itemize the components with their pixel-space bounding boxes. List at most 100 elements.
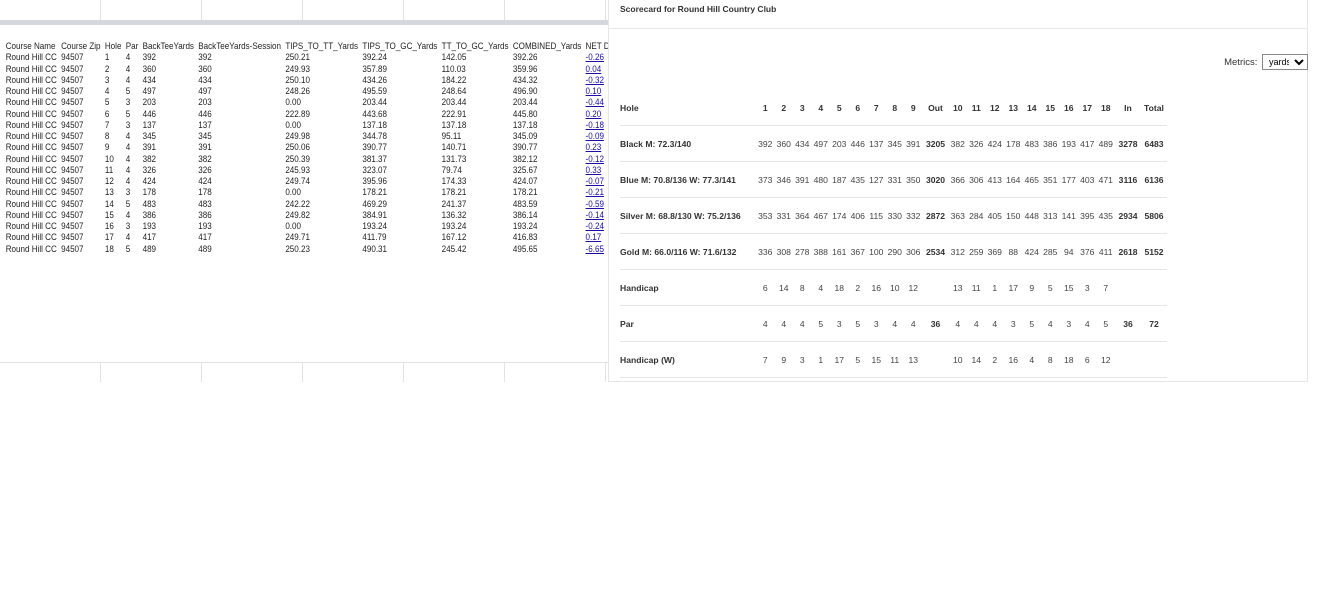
net-difference-link[interactable]: -0.07 xyxy=(586,175,604,186)
scorecard-in-total xyxy=(1115,269,1141,306)
table-cell: Round Hill CC xyxy=(5,163,57,175)
scorecard-cell: 10 xyxy=(948,341,967,378)
scorecard-cell: 4 xyxy=(1041,305,1060,342)
table-cell: 390.77 xyxy=(512,141,538,153)
scorecard-row: Black M: 72.3/140 392 360 434 497 203 446 137 34… xyxy=(620,125,1167,162)
scorecard-row: Par 4 4 4 5 3 5 3 4 4 36 4 4 4 3 5 4 3 4 5 36 72 xyxy=(620,305,1167,342)
scorecard-cell: 4 xyxy=(985,305,1004,342)
table-cell: 137 xyxy=(142,118,157,130)
net-difference-link[interactable]: -0.21 xyxy=(586,186,604,197)
scorecard-cell: 376 xyxy=(1078,233,1097,270)
table-cell: 3 xyxy=(125,96,131,108)
table-cell: 5 xyxy=(125,107,131,119)
net-difference-link[interactable]: -0.18 xyxy=(586,119,604,130)
table-cell: 250.21 xyxy=(285,51,310,63)
table-cell: 0.00 xyxy=(285,220,302,231)
net-difference-link[interactable]: -0.24 xyxy=(586,220,604,231)
table-row: Round Hill CC 94507 12 4 424 424 249.74 395.96 1… xyxy=(4,175,616,186)
scorecard-cell: 11 xyxy=(967,269,986,306)
scorecard-out-total: 2534 xyxy=(922,233,949,270)
table-cell: 193 xyxy=(142,220,157,231)
table-cell: 110.03 xyxy=(441,62,466,74)
scorecard-cell: 345 xyxy=(885,125,904,162)
scorecard-cell: 3 xyxy=(867,305,886,342)
column-header: Course Name xyxy=(5,40,56,51)
table-cell: 137.18 xyxy=(441,118,467,130)
table-cell: 140.71 xyxy=(441,141,467,153)
table-cell: 94507 xyxy=(61,186,84,198)
scorecard-cell: 12 xyxy=(904,269,923,306)
net-difference-link[interactable]: 0.10 xyxy=(586,85,602,96)
net-difference-link[interactable]: -0.14 xyxy=(586,209,604,220)
net-difference-link[interactable]: 0.17 xyxy=(586,231,602,242)
net-difference-link[interactable]: -0.59 xyxy=(586,198,604,209)
table-cell: 249.71 xyxy=(285,231,310,243)
table-row: Round Hill CC 94507 18 5 489 489 250.23 490.31 2… xyxy=(4,243,616,254)
net-difference-link[interactable]: -0.26 xyxy=(586,51,604,62)
scorecard-in-total: 2618 xyxy=(1115,233,1141,270)
net-difference-link[interactable]: -6.65 xyxy=(586,243,604,254)
table-cell: 490.31 xyxy=(362,242,388,254)
scorecard-cell: 15 xyxy=(867,341,886,378)
net-difference-link[interactable]: -0.09 xyxy=(586,130,604,141)
table-cell: 391 xyxy=(198,141,212,153)
net-difference-link[interactable]: 0.33 xyxy=(586,164,602,175)
scorecard-in-total: 3278 xyxy=(1115,125,1141,162)
net-difference-link[interactable]: -0.32 xyxy=(586,74,604,85)
scorecard-grand-total: 6483 xyxy=(1141,125,1167,162)
table-cell: 0.00 xyxy=(285,96,302,108)
scorecard-cell: 4 xyxy=(793,305,812,342)
scorecard-cell: 11 xyxy=(967,90,986,126)
table-cell: 434 xyxy=(198,73,212,85)
table-cell: 395.96 xyxy=(362,175,388,186)
table-cell: 443.68 xyxy=(362,107,388,119)
scorecard-cell: 2 xyxy=(774,90,793,126)
scorecard-cell: 3 xyxy=(793,341,812,378)
scorecard-cell: 100 xyxy=(867,233,886,270)
scorecard-cell: 5 xyxy=(1041,269,1060,306)
table-cell: 4 xyxy=(125,152,131,164)
table-row: Round Hill CC 94507 16 3 193 193 0.00 193.24 193… xyxy=(4,220,616,231)
table-cell: 411.79 xyxy=(362,231,387,243)
scorecard-cell: 446 xyxy=(848,125,867,162)
scorecard-cell: 1 xyxy=(756,90,775,126)
table-cell: 94507 xyxy=(61,220,84,231)
net-difference-link[interactable]: 0.04 xyxy=(586,63,602,74)
table-row: Round Hill CC 94507 13 3 178 178 0.00 178.21 178… xyxy=(4,186,616,197)
scorecard-cell: 16 xyxy=(1059,90,1078,126)
scorecard-cell: 489 xyxy=(1096,125,1115,162)
net-difference-link[interactable]: -0.12 xyxy=(586,153,604,164)
table-cell: 416.83 xyxy=(512,231,538,243)
scorecard-cell: 127 xyxy=(867,161,886,198)
scorecard-row: Silver M: 68.8/130 W: 75.2/136 353 331 364 4… xyxy=(620,197,1167,234)
scorecard-cell: 14 xyxy=(1022,90,1041,126)
scorecard-cell: 4 xyxy=(885,305,904,342)
table-cell: 359.96 xyxy=(512,62,538,74)
scorecard-cell: 391 xyxy=(793,161,812,198)
scorecard-cell: 2 xyxy=(985,341,1004,378)
table-cell: 483 xyxy=(198,197,212,209)
scorecard-cell: 366 xyxy=(948,161,967,198)
scorecard-cell: 137 xyxy=(867,125,886,162)
scorecard-cell: 413 xyxy=(985,161,1004,198)
table-cell: Round Hill CC xyxy=(5,118,57,130)
table-cell: 178 xyxy=(142,186,157,198)
scorecard-grand-total xyxy=(1141,269,1167,306)
table-cell: 497 xyxy=(142,85,157,96)
table-cell: 446 xyxy=(142,107,157,119)
table-cell: Round Hill CC xyxy=(5,141,57,153)
scorecard-cell: 306 xyxy=(967,161,986,198)
net-difference-link[interactable]: 0.23 xyxy=(586,141,602,152)
scorecard-cell: 4 xyxy=(774,305,793,342)
net-difference-link[interactable]: -0.44 xyxy=(586,96,604,107)
net-difference-link[interactable]: 0.20 xyxy=(586,108,602,119)
scorecard-cell: 16 xyxy=(867,269,886,306)
scorecard-cell: 2 xyxy=(848,269,867,306)
table-cell: 392 xyxy=(198,51,212,63)
table-cell: 483.59 xyxy=(512,197,538,209)
scorecard-out-total: 3020 xyxy=(922,161,949,198)
table-cell: 94507 xyxy=(61,96,84,108)
table-row: Round Hill CC 94507 5 3 203 203 0.00 203.44 203.… xyxy=(4,96,616,107)
table-cell: 137.18 xyxy=(512,118,538,130)
metrics-select[interactable]: yards xyxy=(1262,54,1308,70)
